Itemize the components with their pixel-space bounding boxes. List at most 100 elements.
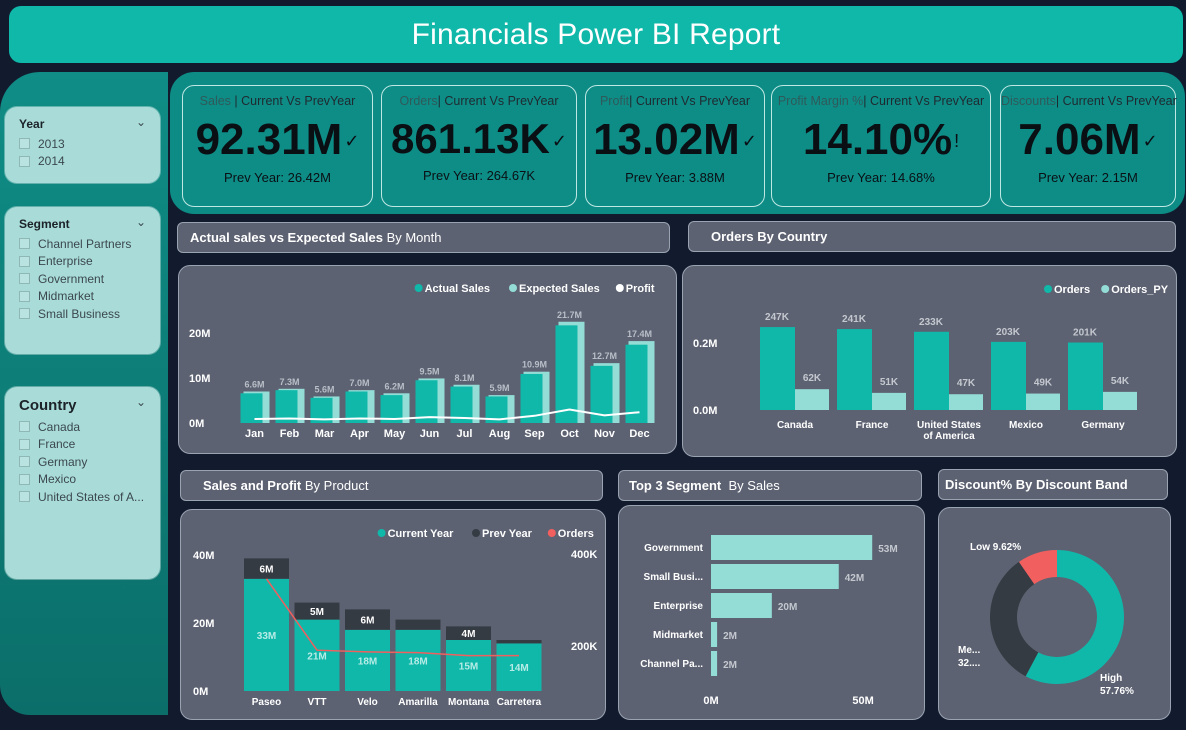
y-tick-label-right: 400K [571,549,597,561]
kpi-card-profit-margin[interactable]: Profit Margin %| Current Vs PrevYear 14.… [771,85,991,207]
x-tick-label: Sep [524,428,544,440]
kpi-card-discounts[interactable]: Discounts| Current Vs PrevYear 7.06M ✓ Pr… [1000,85,1177,207]
legend-marker [509,284,517,292]
kpi-prev-year: Prev Year: 14.68% [827,170,935,185]
chevron-down-icon[interactable]: ⌄ [136,395,146,409]
kpi-card-profit[interactable]: Profit| Current Vs PrevYear 13.02M ✓ Prev… [585,85,765,207]
slicer-option-midmarket[interactable]: Midmarket [19,288,146,306]
checkbox-icon[interactable] [19,438,30,450]
slicer-option-usa[interactable]: United States of A... [19,488,146,506]
y-tick-label: 10M [189,373,210,385]
bar-orders-py [872,392,906,410]
x-tick-label: Mexico [1009,420,1043,431]
slice-label-low: Low 9.62% [970,542,1021,553]
data-label: 33M [257,631,276,642]
checkbox-icon[interactable] [19,238,30,250]
x-tick-label: Germany [1081,420,1125,431]
x-tick-label: Carretera [497,697,542,708]
data-label: 20M [778,602,797,613]
slicer-option-germany[interactable]: Germany [19,453,146,471]
x-tick-label: Paseo [252,697,281,708]
data-label: 54K [1111,376,1130,387]
y-tick-label: 0M [189,418,204,430]
slicer-option-government[interactable]: Government [19,270,146,288]
x-tick-label: Jul [457,428,473,440]
x-tick-label: Oct [560,428,579,440]
slice-label-medium: Me... [958,645,980,656]
kpi-value: 861.13K [391,115,550,162]
checkbox-icon[interactable] [19,138,30,150]
y-tick-label: 0M [193,686,208,698]
data-label: 12.7M [592,351,617,361]
slice-pct-medium: 32.... [958,658,980,669]
y-tick-label: Government [644,543,704,554]
kpi-value: 14.10% [802,115,953,164]
checkbox-icon[interactable] [19,473,30,485]
y-tick-label-right: 200K [571,641,597,653]
y-tick-label: Midmarket [653,630,704,641]
x-tick-label: Aug [489,428,510,440]
checkbox-icon[interactable] [19,273,30,285]
checkbox-icon[interactable] [19,491,30,503]
segment-slicer: Segment ⌄ Channel Partners Enterprise Go… [5,207,160,354]
data-label: 18M [408,656,427,667]
y-tick-label: 0.2M [693,338,717,350]
legend-label: Prev Year [482,528,533,540]
data-label: 9.5M [419,366,439,376]
section-header-sales-by-product: Sales and Profit By Product [180,470,603,501]
slicer-option-small-business[interactable]: Small Business [19,305,146,323]
legend-label: Orders [1054,284,1090,296]
x-tick-label: of America [923,431,975,442]
x-tick-label: Jun [420,428,440,440]
checkbox-icon[interactable] [19,456,30,468]
chart-card-orders-by-country: 0.0M 0.2M 247K 62K Canada 241K 51K France 233K 47… [682,265,1177,457]
bar-segment-sales [711,535,873,560]
data-label: 21.7M [557,310,582,320]
bar-orders [760,327,795,410]
bar-orders-py [949,394,983,410]
slicer-option-2013[interactable]: 2013 [19,135,146,153]
kpi-card-sales[interactable]: Sales | Current Vs PrevYear 92.31M ✓ Prev… [182,85,373,207]
x-tick-label: France [856,420,889,431]
sales-by-month-chart: 0M 10M 20M 6.6M Jan 7.3M Feb 5.6M Mar 7.0M Apr 6.2M… [189,283,655,440]
slicer-option-2014[interactable]: 2014 [19,153,146,171]
section-header-discount-band: Discount% By Discount Band [938,469,1168,500]
kpi-value: 7.06M [1018,115,1141,164]
x-tick-label: United States [917,420,981,431]
checkbox-icon[interactable] [19,290,30,302]
data-label: 51K [880,377,899,388]
checkbox-icon[interactable] [19,421,30,433]
checkbox-icon[interactable] [19,155,30,167]
sales-profit-by-product-chart: 0M 20M 40M 200K 400K 33M 6M Paseo 21M 5M VTT 18M 6M V… [193,528,597,708]
data-label: 5.9M [489,383,509,393]
checkmark-icon: ✓ [741,131,757,151]
data-label: 49K [1034,378,1053,389]
data-label: 21M [307,651,326,662]
data-label: 18M [358,656,377,667]
checkbox-icon[interactable] [19,308,30,320]
legend-label: Orders_PY [1111,284,1169,296]
data-label: 6.6M [244,380,264,390]
kpi-card-orders[interactable]: Orders| Current Vs PrevYear 861.13K ✓ Pre… [381,85,577,207]
y-tick-label: 20M [193,618,214,630]
chevron-down-icon[interactable]: ⌄ [136,115,146,129]
data-label: 7.0M [349,378,369,388]
checkbox-icon[interactable] [19,255,30,267]
chevron-down-icon[interactable]: ⌄ [136,215,146,229]
data-label: 5.6M [314,384,334,394]
slicer-option-mexico[interactable]: Mexico [19,471,146,489]
data-label: 6M [260,565,274,576]
x-tick-label: 50M [852,695,873,707]
y-tick-label: Channel Pa... [640,659,703,670]
section-header-sales-by-month: Actual sales vs Expected Sales By Month [177,222,670,253]
slicer-option-france[interactable]: France [19,436,146,454]
bar-orders-py [1026,393,1060,410]
kpi-value: 13.02M [593,115,740,164]
slicer-option-canada[interactable]: Canada [19,418,146,436]
y-tick-label: 0.0M [693,405,717,417]
legend-label: Expected Sales [519,283,600,295]
slicer-option-channel-partners[interactable]: Channel Partners [19,235,146,253]
slicer-option-enterprise[interactable]: Enterprise [19,253,146,271]
legend-marker [1044,285,1052,293]
chart-card-top-segment: Government 53M Small Busi... 42M Enterprise 2… [618,505,925,720]
